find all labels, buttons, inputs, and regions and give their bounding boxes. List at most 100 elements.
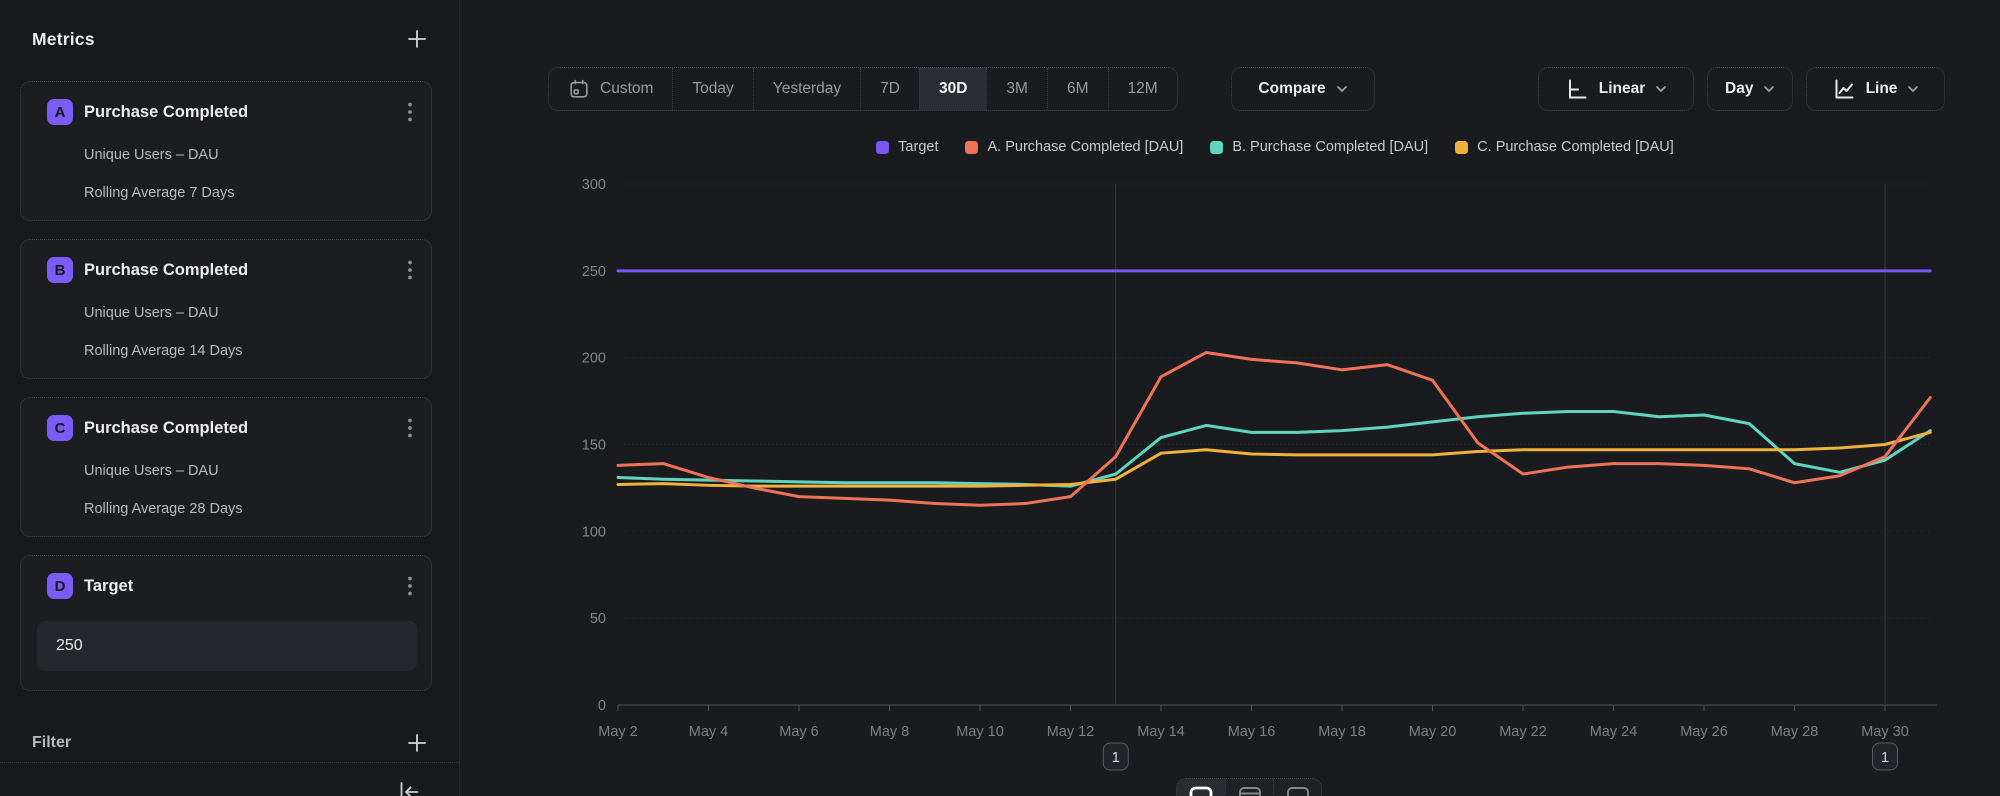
filter-label: Filter [32, 734, 71, 752]
linear-axis-icon [1565, 77, 1589, 101]
metric-card-header: A Purchase Completed [47, 97, 417, 127]
y-axis-label: 300 [582, 177, 606, 193]
timerange-label: 7D [880, 80, 900, 98]
metric-badge-b: B [47, 257, 73, 283]
metric-measure: Unique Users – DAU [84, 463, 417, 479]
metric-card-b[interactable]: B Purchase Completed Unique Users – DAU … [20, 239, 432, 379]
collapse-left-icon [396, 779, 422, 796]
timerange-label: Custom [600, 80, 653, 98]
timerange-3m[interactable]: 3M [986, 68, 1047, 110]
timerange-today[interactable]: Today [672, 68, 752, 110]
timerange-label: 12M [1128, 80, 1158, 98]
plus-icon [405, 27, 429, 51]
metric-rolling-average: Rolling Average 7 Days [84, 185, 417, 201]
chart-type-label: Line [1866, 80, 1898, 98]
metric-menu-button[interactable] [403, 571, 417, 601]
view-button-line-view[interactable] [1177, 779, 1225, 796]
metric-card-header: C Purchase Completed [47, 413, 417, 443]
chevron-down-icon [1655, 85, 1667, 93]
sidebar-header: Metrics [32, 20, 433, 58]
metric-menu-button[interactable] [403, 255, 417, 285]
timerange-6m[interactable]: 6M [1047, 68, 1108, 110]
metrics-dashboard: Metrics A Purchase Completed Unique User… [0, 0, 2000, 796]
chevron-down-icon [1763, 85, 1775, 93]
add-metric-button[interactable] [401, 23, 433, 55]
x-axis-label: May 18 [1318, 724, 1366, 740]
interval-selector-button[interactable]: Day [1707, 67, 1793, 111]
x-axis-label: May 6 [779, 724, 819, 740]
filter-section-header: Filter [32, 726, 433, 760]
view-button-card-view[interactable] [1273, 779, 1321, 796]
view-button-table-view[interactable] [1225, 779, 1273, 796]
metric-measure: Unique Users – DAU [84, 305, 417, 321]
metric-badge-d: D [47, 573, 73, 599]
kebab-icon [407, 259, 413, 281]
series-line-c[interactable] [618, 432, 1930, 486]
x-axis-label: May 14 [1137, 724, 1185, 740]
x-axis-label: May 16 [1228, 724, 1276, 740]
y-axis-label: 0 [598, 698, 606, 714]
metric-rolling-average: Rolling Average 28 Days [84, 501, 417, 517]
kebab-icon [407, 417, 413, 439]
timerange-yesterday[interactable]: Yesterday [753, 68, 860, 110]
chart-type-selector-button[interactable]: Line [1806, 67, 1945, 111]
compare-button[interactable]: Compare [1231, 67, 1375, 111]
x-axis-label: May 4 [689, 724, 729, 740]
y-axis-label: 150 [582, 438, 606, 454]
timerange-label: Today [692, 80, 733, 98]
collapse-sidebar-button[interactable] [396, 779, 422, 796]
chevron-down-icon [1336, 85, 1348, 93]
metrics-sidebar: Metrics A Purchase Completed Unique User… [0, 0, 460, 796]
table-view-icon [1237, 785, 1263, 796]
timerange-label: 3M [1006, 80, 1028, 98]
timerange-label: 6M [1067, 80, 1089, 98]
x-axis-label: May 24 [1590, 724, 1638, 740]
x-axis-label: May 10 [956, 724, 1004, 740]
x-axis-label: May 30 [1861, 724, 1909, 740]
metric-card-header: B Purchase Completed [47, 255, 417, 285]
line-chart-icon [1832, 77, 1856, 101]
compare-label: Compare [1258, 80, 1325, 98]
metric-title: Purchase Completed [84, 261, 392, 280]
chart-panel: Custom Today Yesterday 7D 30D 3M 6M 12M Compare… [460, 0, 2000, 796]
metric-title: Target [84, 577, 392, 596]
x-axis-label: May 12 [1047, 724, 1095, 740]
x-axis-label: May 2 [598, 724, 638, 740]
metric-card-d-target[interactable]: D Target [20, 555, 432, 691]
target-value-input[interactable] [37, 621, 417, 671]
calendar-icon [568, 78, 590, 100]
metric-card-list: A Purchase Completed Unique Users – DAU … [20, 81, 432, 709]
line-view-icon [1188, 785, 1214, 796]
line-chart[interactable]: 050100150200250300May 2May 4May 6May 8Ma… [460, 130, 2000, 796]
annotation-badge-label: 1 [1881, 749, 1889, 766]
kebab-icon [407, 575, 413, 597]
y-axis-label: 100 [582, 524, 606, 540]
chevron-down-icon [1907, 85, 1919, 93]
x-axis-label: May 26 [1680, 724, 1728, 740]
x-axis-label: May 28 [1771, 724, 1819, 740]
metric-title: Purchase Completed [84, 419, 392, 438]
timerange-7d[interactable]: 7D [860, 68, 919, 110]
view-switcher [1176, 778, 1322, 796]
metric-badge-c: C [47, 415, 73, 441]
timerange-12m[interactable]: 12M [1108, 68, 1177, 110]
y-axis-label: 250 [582, 264, 606, 280]
scale-label: Linear [1599, 80, 1646, 98]
metric-measure: Unique Users – DAU [84, 147, 417, 163]
timerange-30d[interactable]: 30D [919, 68, 986, 110]
annotation-badge-label: 1 [1112, 749, 1120, 766]
scale-selector-button[interactable]: Linear [1538, 67, 1694, 111]
metric-menu-button[interactable] [403, 413, 417, 443]
timerange-segmented-control: Custom Today Yesterday 7D 30D 3M 6M 12M [548, 67, 1178, 111]
add-filter-button[interactable] [401, 727, 433, 759]
metric-menu-button[interactable] [403, 97, 417, 127]
metric-card-a[interactable]: A Purchase Completed Unique Users – DAU … [20, 81, 432, 221]
card-view-icon [1285, 785, 1311, 796]
metric-badge-a: A [47, 99, 73, 125]
kebab-icon [407, 101, 413, 123]
y-axis-label: 50 [590, 611, 606, 627]
timerange-label: Yesterday [773, 80, 841, 98]
sidebar-divider [0, 762, 459, 763]
timerange-custom[interactable]: Custom [549, 68, 672, 110]
metric-card-c[interactable]: C Purchase Completed Unique Users – DAU … [20, 397, 432, 537]
